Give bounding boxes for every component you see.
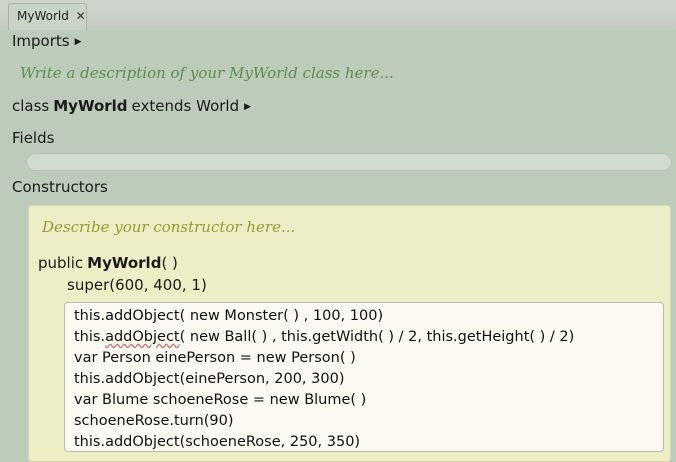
close-icon[interactable]: ✕ — [76, 9, 86, 23]
class-comment[interactable]: Write a description of your MyWorld clas… — [20, 64, 394, 82]
class-name[interactable]: MyWorld — [53, 97, 127, 115]
imports-section[interactable]: Imports ▶ — [12, 32, 82, 50]
code-line[interactable]: schoeneRose.turn(90) — [74, 411, 663, 432]
superclass-name[interactable]: World — [196, 97, 239, 115]
error-squiggle: addObject — [105, 329, 180, 345]
constructor-body[interactable]: this.addObject( new Monster( ) , 100, 10… — [64, 302, 664, 452]
class-editor: Imports ▶ Write a description of your MyW… — [0, 30, 676, 462]
class-header: class MyWorld extends World ▶ — [12, 97, 251, 115]
constructor-block[interactable]: Describe your constructor here... public… — [28, 205, 671, 462]
code-part: ( new Ball( ) , this.getWidth( ) / 2, th… — [179, 329, 575, 345]
code-line[interactable]: var Blume schoeneRose = new Blume( ) — [74, 390, 663, 411]
code-line[interactable]: this.addObject(schoeneRose, 250, 350) — [74, 432, 663, 453]
code-line[interactable]: this.addObject( new Monster( ) , 100, 10… — [74, 306, 663, 327]
code-line[interactable]: this.addObject(einePerson, 200, 300) — [74, 369, 663, 390]
expand-triangle-icon[interactable]: ▶ — [75, 37, 82, 47]
tab-title: MyWorld — [17, 9, 69, 23]
code-line[interactable]: var Person einePerson = new Person( ) — [74, 348, 663, 369]
constructor-params: ( ) — [161, 254, 178, 272]
constructors-label: Constructors — [12, 178, 108, 196]
expand-triangle-icon[interactable]: ▶ — [244, 102, 251, 112]
constructor-comment[interactable]: Describe your constructor here... — [42, 218, 295, 236]
fields-label: Fields — [12, 129, 55, 147]
tab-bar: MyWorld ✕ — [0, 0, 676, 30]
fields-drop-area[interactable] — [26, 153, 672, 171]
constructor-signature[interactable]: public MyWorld( ) — [38, 254, 178, 272]
code-part: this. — [74, 329, 106, 345]
code-line[interactable]: this.addObject( new Ball( ) , this.getWi… — [74, 327, 663, 348]
imports-label: Imports — [12, 32, 70, 50]
super-call[interactable]: super(600, 400, 1) — [67, 276, 207, 294]
modifier: public — [38, 254, 84, 272]
tab-myworld[interactable]: MyWorld ✕ — [8, 3, 87, 30]
extends-keyword: extends — [131, 97, 192, 115]
class-keyword: class — [12, 97, 50, 115]
constructor-name: MyWorld — [87, 254, 162, 272]
